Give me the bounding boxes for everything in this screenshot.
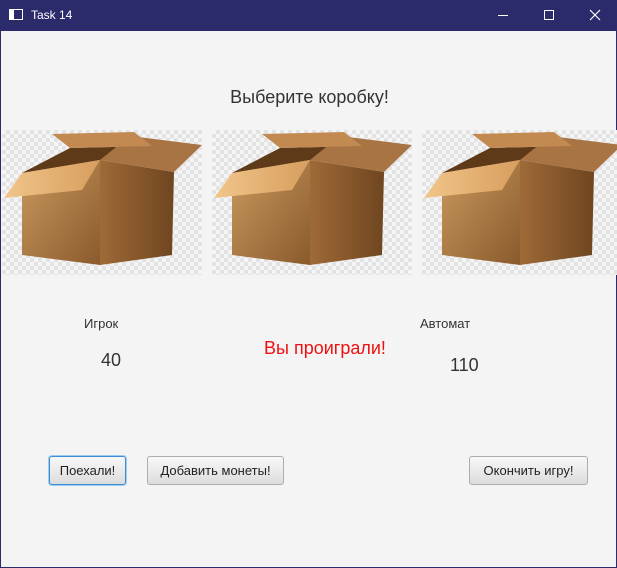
box-icon (214, 132, 412, 265)
box-option-3[interactable] (422, 130, 617, 275)
box-icon (424, 132, 617, 265)
page-title: Выберите коробку! (230, 87, 389, 107)
box-icon (4, 132, 202, 265)
maximize-icon[interactable] (526, 0, 572, 31)
go-button[interactable]: Поехали! (49, 456, 126, 485)
player-label: Игрок (84, 316, 119, 331)
minimize-icon[interactable] (480, 0, 526, 31)
player-coins: 40 (101, 350, 122, 370)
end-game-button[interactable]: Окончить игру! (469, 456, 588, 485)
machine-label: Автомат (420, 316, 471, 331)
app-icon (9, 9, 23, 20)
result-message: Вы проиграли! (264, 338, 386, 358)
window-title: Task 14 (31, 8, 73, 22)
box-option-2[interactable] (212, 130, 412, 275)
title-bar[interactable]: Task 14 (1, 0, 617, 31)
add-coins-button[interactable]: Добавить монеты! (147, 456, 284, 485)
close-icon[interactable] (572, 0, 617, 31)
box-option-1[interactable] (2, 130, 202, 275)
machine-coins: 110 (450, 355, 479, 375)
app-window: Task 14 Выберите коробку! Игрок 40 Вы пр… (0, 0, 617, 568)
